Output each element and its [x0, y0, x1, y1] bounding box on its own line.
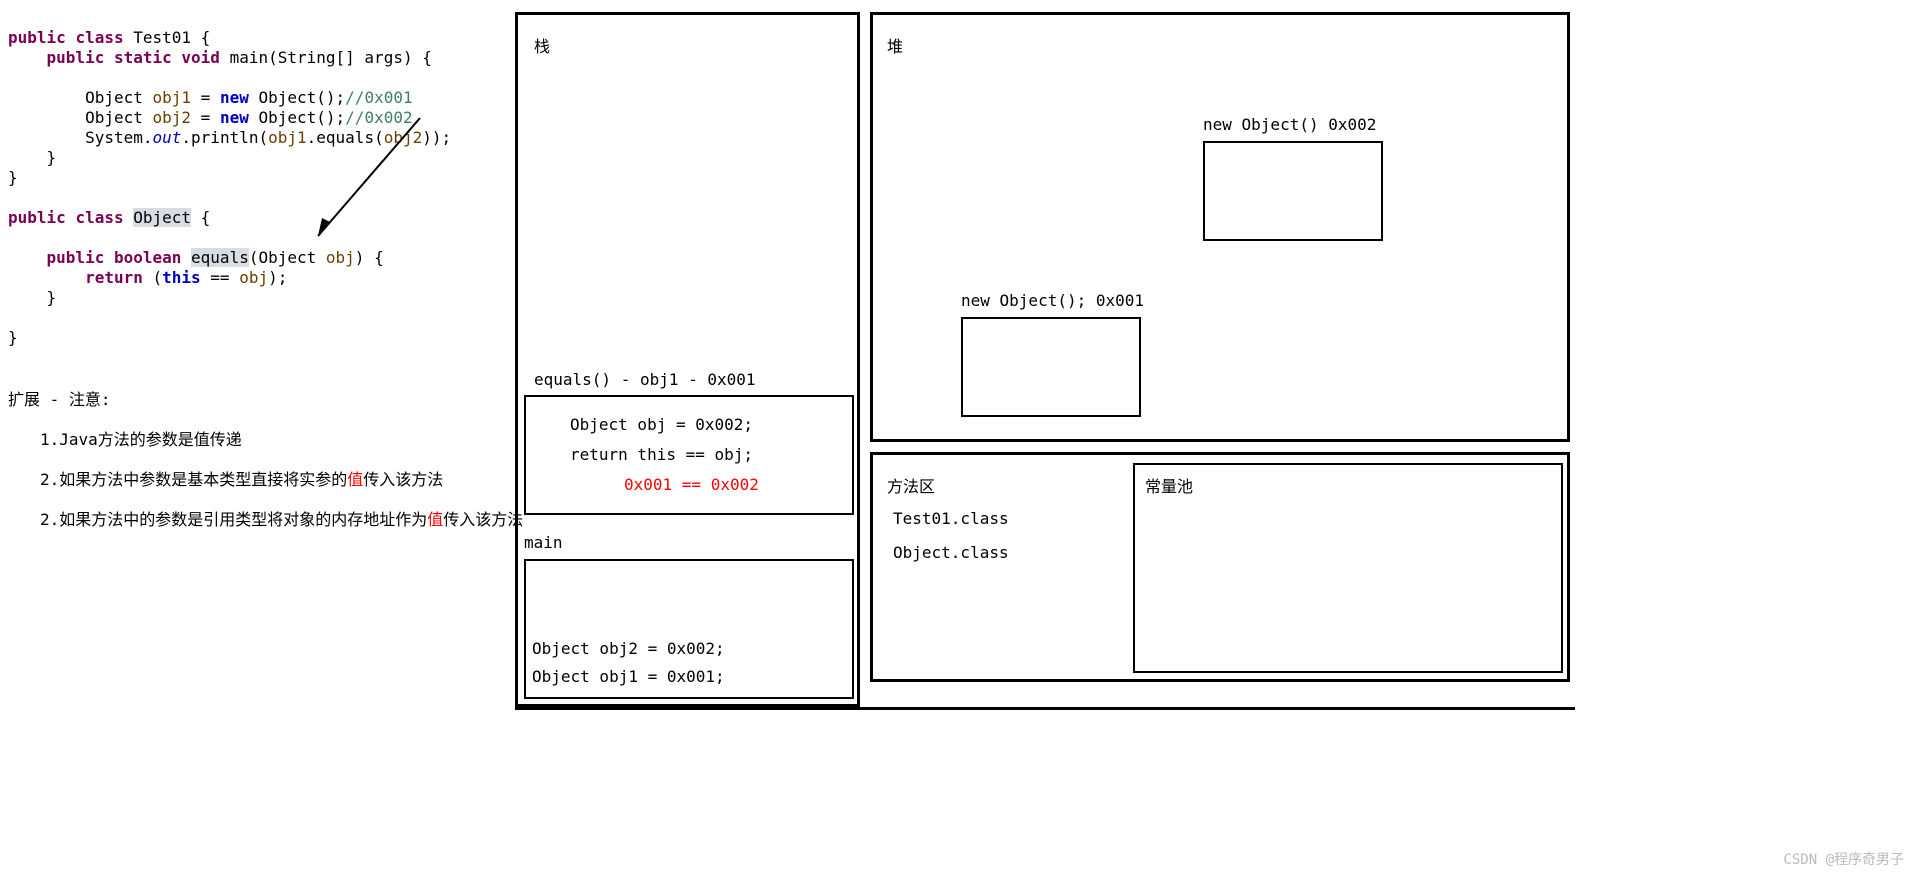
diagram-baseline: [515, 707, 1575, 710]
equals-line-2: return this == obj;: [570, 445, 753, 464]
diagram-canvas: public class Test01 { public static void…: [0, 0, 1914, 877]
equals-frame-label: equals() - obj1 - 0x001: [534, 370, 756, 389]
equals-line-3: 0x001 == 0x002: [624, 475, 759, 494]
note-1: 1.Java方法的参数是值传递: [8, 420, 523, 460]
method-class-1: Test01.class: [893, 509, 1009, 528]
main-line-2: Object obj1 = 0x001;: [532, 667, 725, 686]
main-line-1: Object obj2 = 0x002;: [532, 639, 725, 658]
equals-line-1: Object obj = 0x002;: [570, 415, 753, 434]
watermark: CSDN @程序奇男子: [1783, 849, 1904, 869]
arrow-icon: [300, 110, 430, 250]
heap-area: 堆 new Object() 0x002 new Object(); 0x001: [870, 12, 1570, 442]
note-3: 2.如果方法中的参数是引用类型将对象的内存地址作为值传入该方法: [8, 500, 523, 540]
note-2: 2.如果方法中参数是基本类型直接将实参的值传入该方法: [8, 460, 523, 500]
equals-frame: Object obj = 0x002; return this == obj; …: [524, 395, 854, 515]
notes-title: 扩展 - 注意:: [8, 380, 523, 420]
constant-pool: 常量池: [1133, 463, 1563, 673]
method-class-2: Object.class: [893, 543, 1009, 562]
heap-obj2-label: new Object() 0x002: [1203, 115, 1376, 134]
notes-block: 扩展 - 注意: 1.Java方法的参数是值传递 2.如果方法中参数是基本类型直…: [8, 380, 523, 540]
method-area: 方法区 Test01.class Object.class 常量池: [870, 452, 1570, 682]
constant-pool-title: 常量池: [1145, 473, 1193, 497]
main-frame-label: main: [524, 533, 563, 552]
heap-obj2-box: [1203, 141, 1383, 241]
heap-obj1-box: [961, 317, 1141, 417]
stack-title: 栈: [534, 33, 550, 57]
heap-title: 堆: [887, 33, 903, 57]
method-area-title: 方法区: [887, 473, 935, 497]
heap-obj1-label: new Object(); 0x001: [961, 291, 1144, 310]
main-frame: Object obj2 = 0x002; Object obj1 = 0x001…: [524, 559, 854, 699]
stack-area: 栈 equals() - obj1 - 0x001 Object obj = 0…: [515, 12, 860, 707]
